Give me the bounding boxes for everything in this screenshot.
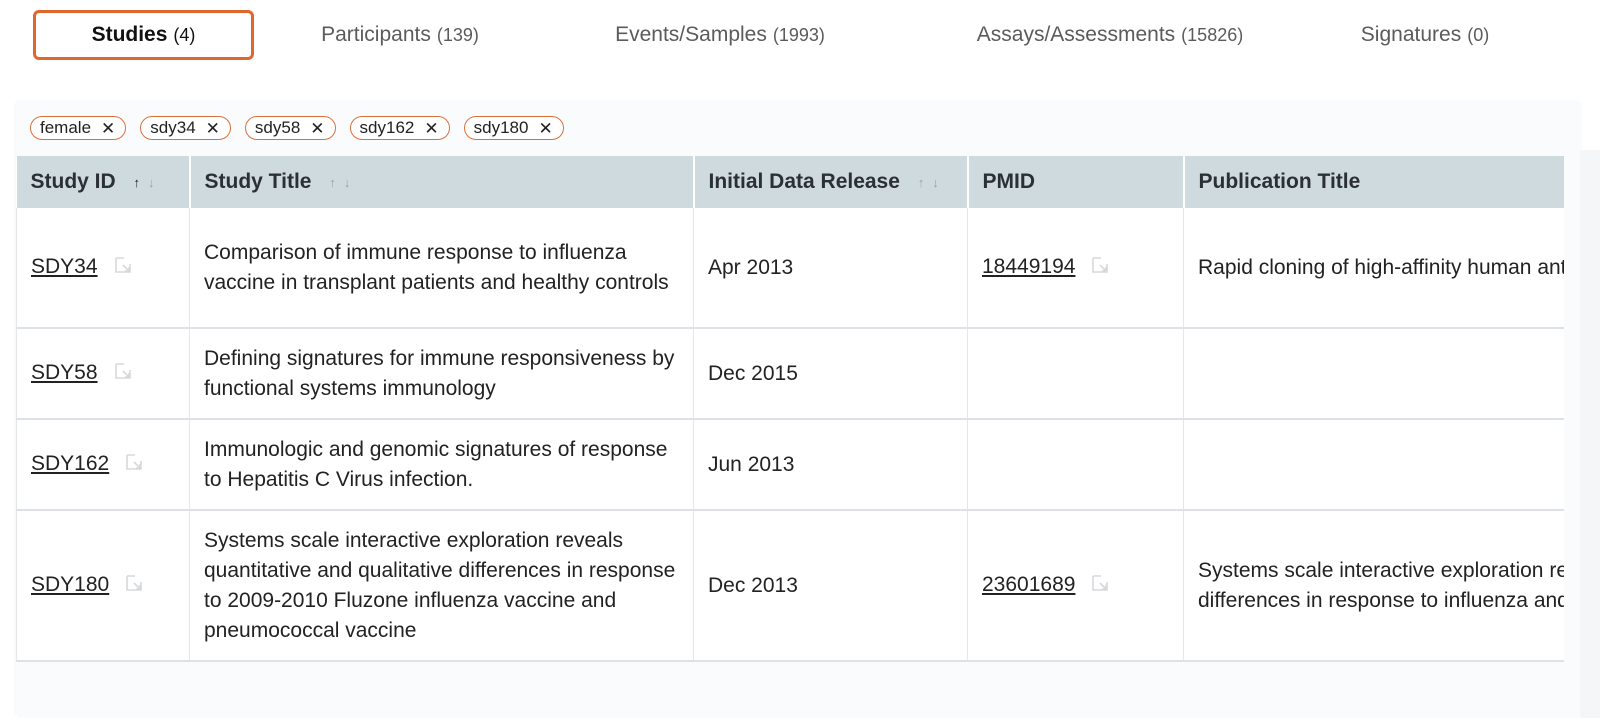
filter-chip-sdy180: sdy180 ✕ bbox=[463, 116, 564, 140]
column-header-label: Study Title bbox=[204, 170, 312, 193]
column-header-label: Initial Data Release bbox=[708, 170, 900, 193]
tab-participants[interactable]: Participants (139) bbox=[300, 10, 500, 60]
external-link-icon[interactable] bbox=[114, 359, 132, 389]
tab-count: (139) bbox=[436, 24, 479, 45]
study-id-link[interactable]: SDY162 bbox=[31, 452, 109, 475]
filter-chip-sdy34: sdy34 ✕ bbox=[140, 116, 231, 140]
cell-release: Apr 2013 bbox=[693, 208, 968, 329]
pmid-link[interactable]: 18449194 bbox=[982, 255, 1075, 278]
column-header-label: Study ID bbox=[30, 170, 116, 193]
cell-study-id: SDY162 bbox=[16, 419, 190, 511]
cell-publication-title: Rapid cloning of high-affinity human ant… bbox=[1183, 208, 1564, 329]
tab-label: Signatures bbox=[1360, 23, 1462, 46]
remove-filter-icon[interactable]: ✕ bbox=[538, 120, 552, 137]
studies-table-container: Study ID ↑ ↓ Study Title ↑ ↓ Initial Dat… bbox=[16, 156, 1564, 718]
cell-study-id: SDY58 bbox=[16, 328, 190, 420]
cell-pmid: 18449194 bbox=[967, 208, 1184, 329]
cell-release: Dec 2013 bbox=[693, 510, 968, 662]
column-header-publication-title: Publication Title bbox=[1183, 156, 1564, 208]
filter-chip-label: sdy58 bbox=[254, 118, 301, 137]
cell-study-id: SDY34 bbox=[16, 208, 190, 329]
tab-count: (0) bbox=[1467, 24, 1490, 45]
external-link-icon[interactable] bbox=[125, 450, 143, 480]
tab-bar: Studies (4) Participants (139) Events/Sa… bbox=[0, 0, 1600, 80]
results-panel: female ✕ sdy34 ✕ sdy58 ✕ sdy162 ✕ sdy180… bbox=[14, 100, 1582, 718]
study-id-link[interactable]: SDY180 bbox=[31, 573, 109, 596]
table-row: SDY58 Defining signatures for immune res… bbox=[16, 328, 1564, 420]
cell-release: Jun 2013 bbox=[693, 419, 968, 511]
column-header-label: Publication Title bbox=[1198, 170, 1361, 193]
study-id-link[interactable]: SDY34 bbox=[31, 255, 98, 278]
tab-assays-assessments[interactable]: Assays/Assessments (15826) bbox=[960, 10, 1260, 60]
column-header-pmid: PMID bbox=[967, 156, 1185, 208]
tab-label: Participants bbox=[321, 23, 431, 46]
tab-signatures[interactable]: Signatures (0) bbox=[1340, 10, 1510, 60]
cell-release: Dec 2015 bbox=[693, 328, 968, 420]
remove-filter-icon[interactable]: ✕ bbox=[424, 120, 438, 137]
sort-ascending-icon[interactable]: ↑ bbox=[329, 175, 336, 190]
remove-filter-icon[interactable]: ✕ bbox=[310, 120, 324, 137]
remove-filter-icon[interactable]: ✕ bbox=[101, 120, 115, 137]
cell-publication-title bbox=[1183, 419, 1564, 511]
filter-chip-sdy58: sdy58 ✕ bbox=[244, 116, 336, 140]
vertical-scrollbar[interactable] bbox=[1580, 150, 1600, 718]
table-header-row: Study ID ↑ ↓ Study Title ↑ ↓ Initial Dat… bbox=[16, 156, 1564, 208]
external-link-icon[interactable] bbox=[1091, 253, 1109, 283]
cell-pmid: 23601689 bbox=[967, 510, 1184, 662]
sort-descending-icon[interactable]: ↓ bbox=[148, 175, 155, 190]
cell-publication-title bbox=[1183, 328, 1564, 420]
cell-study-title: Defining signatures for immune responsiv… bbox=[189, 328, 694, 420]
sort-controls: ↑ ↓ bbox=[918, 175, 939, 190]
cell-study-title: Systems scale interactive exploration re… bbox=[189, 510, 694, 662]
study-id-link[interactable]: SDY58 bbox=[31, 361, 98, 384]
external-link-icon[interactable] bbox=[1091, 571, 1109, 601]
tab-label: Assays/Assessments bbox=[976, 23, 1176, 46]
tab-label: Events/Samples bbox=[615, 23, 767, 46]
column-header-study-title[interactable]: Study Title ↑ ↓ bbox=[189, 156, 695, 208]
tab-count: (4) bbox=[173, 24, 196, 45]
cell-pmid bbox=[967, 328, 1184, 420]
cell-study-id: SDY180 bbox=[16, 510, 190, 662]
cell-pmid bbox=[967, 419, 1184, 511]
studies-table: Study ID ↑ ↓ Study Title ↑ ↓ Initial Dat… bbox=[16, 156, 1564, 662]
sort-descending-icon[interactable]: ↓ bbox=[344, 175, 351, 190]
external-link-icon[interactable] bbox=[125, 571, 143, 601]
filter-chip-sdy162: sdy162 ✕ bbox=[349, 116, 450, 140]
pmid-link[interactable]: 23601689 bbox=[982, 573, 1075, 596]
filter-chip-label: sdy180 bbox=[473, 118, 529, 137]
filter-chip-female: female ✕ bbox=[30, 116, 127, 140]
table-row: SDY34 Comparison of immune response to i… bbox=[16, 208, 1564, 329]
cell-publication-title: Systems scale interactive exploration re… bbox=[1183, 510, 1564, 662]
cell-study-title: Comparison of immune response to influen… bbox=[189, 208, 694, 329]
sort-ascending-icon[interactable]: ↑ bbox=[134, 175, 141, 190]
tab-count: (1993) bbox=[772, 24, 825, 45]
tab-count: (15826) bbox=[1181, 24, 1244, 45]
sort-descending-icon[interactable]: ↓ bbox=[932, 175, 939, 190]
column-header-initial-data-release[interactable]: Initial Data Release ↑ ↓ bbox=[693, 156, 969, 208]
tab-label: Studies bbox=[91, 23, 168, 46]
sort-ascending-icon[interactable]: ↑ bbox=[918, 175, 925, 190]
column-header-study-id[interactable]: Study ID ↑ ↓ bbox=[16, 156, 191, 208]
filter-chip-label: sdy162 bbox=[359, 118, 415, 137]
column-header-label: PMID bbox=[982, 170, 1036, 193]
table-row: SDY180 Systems scale interactive explora… bbox=[16, 510, 1564, 662]
sort-controls: ↑ ↓ bbox=[329, 175, 350, 190]
filter-chip-label: sdy34 bbox=[150, 118, 196, 137]
filter-chip-label: female bbox=[40, 118, 92, 137]
cell-study-title: Immunologic and genomic signatures of re… bbox=[189, 419, 694, 511]
remove-filter-icon[interactable]: ✕ bbox=[206, 120, 220, 137]
table-row: SDY162 Immunologic and genomic signature… bbox=[16, 419, 1564, 511]
tab-events-samples[interactable]: Events/Samples (1993) bbox=[600, 10, 840, 60]
tab-studies[interactable]: Studies (4) bbox=[33, 10, 254, 60]
external-link-icon[interactable] bbox=[114, 253, 132, 283]
active-filters: female ✕ sdy34 ✕ sdy58 ✕ sdy162 ✕ sdy180… bbox=[30, 116, 564, 140]
sort-controls: ↑ ↓ bbox=[134, 175, 155, 190]
